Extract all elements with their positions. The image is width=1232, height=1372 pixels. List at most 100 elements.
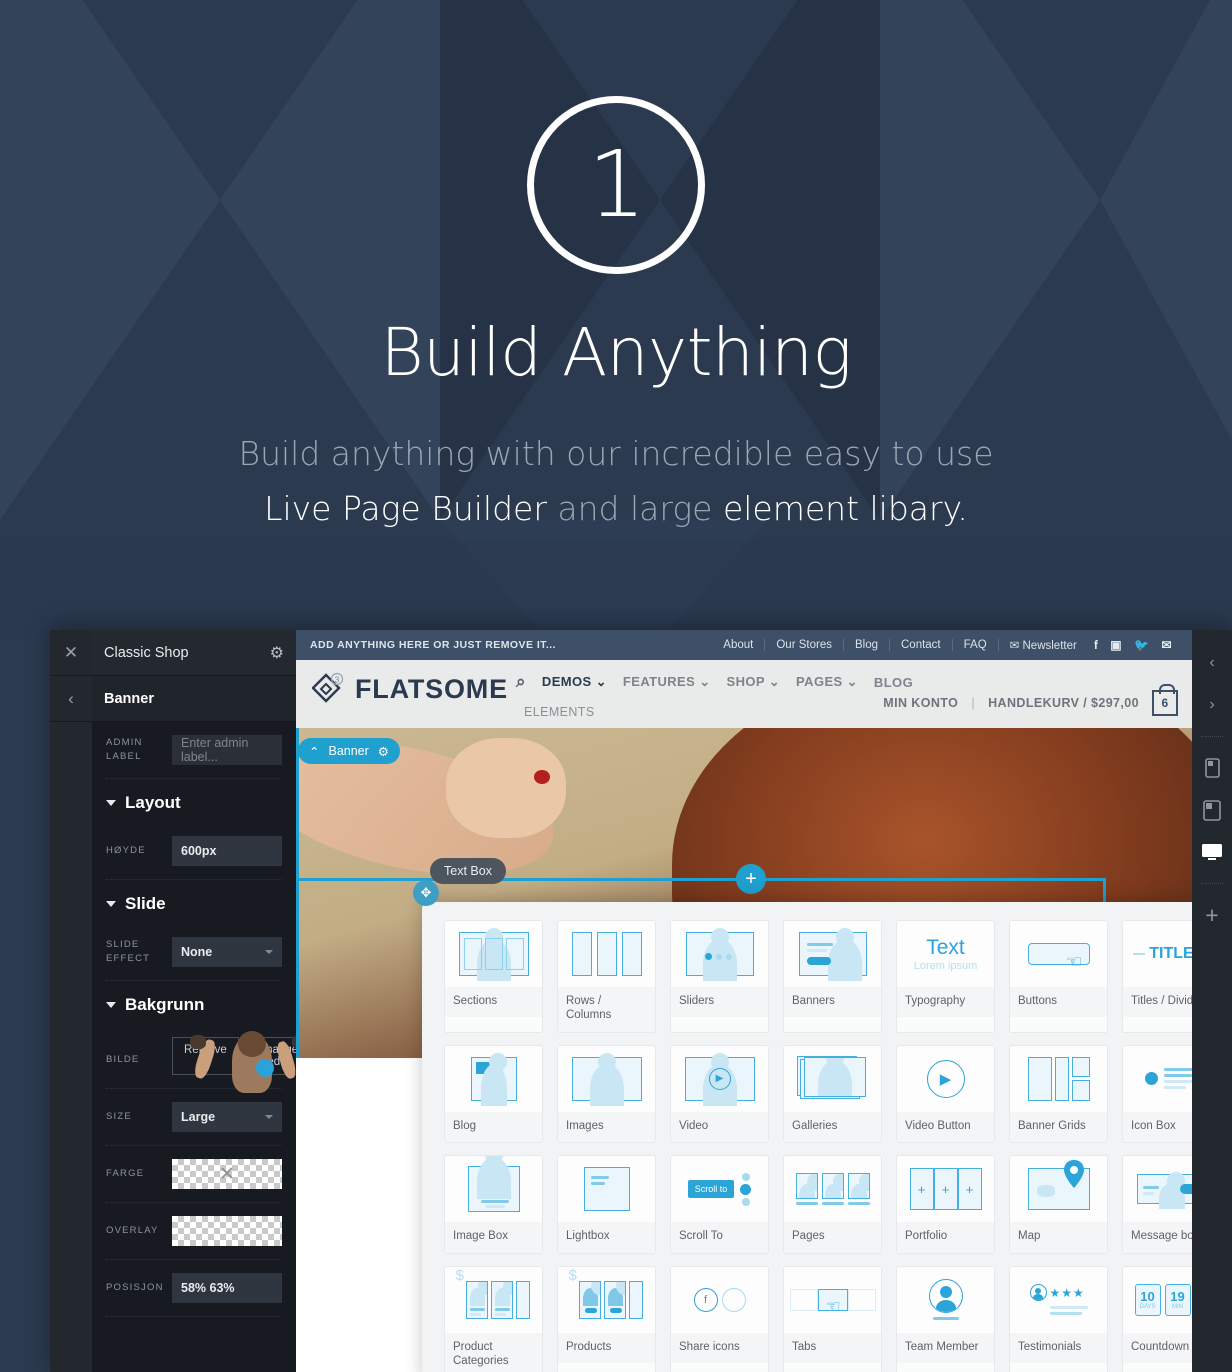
element-card-banner-grids[interactable]: Banner Grids xyxy=(1009,1044,1108,1144)
topbar-link-blog[interactable]: Blog xyxy=(844,639,890,651)
message-box-icon xyxy=(1123,1156,1192,1223)
product-categories-icon: $ xyxy=(445,1266,542,1333)
overlay-swatch[interactable] xyxy=(172,1216,282,1246)
overlay-row: OVERLAY xyxy=(106,1203,282,1259)
element-card-banners[interactable]: Banners xyxy=(783,920,882,1033)
topbar-link-contact[interactable]: Contact xyxy=(890,639,953,651)
element-card-message-box[interactable]: Message box xyxy=(1122,1155,1192,1254)
model-hand xyxy=(446,738,566,838)
move-handle-icon[interactable]: ✥ xyxy=(413,880,439,906)
add-button[interactable]: + xyxy=(1193,896,1231,934)
cart-count: 6 xyxy=(1161,696,1169,710)
element-card-rows-columns[interactable]: Rows / Columns xyxy=(557,920,656,1033)
admin-label-input[interactable]: Enter admin label... xyxy=(172,735,282,765)
height-input[interactable]: 600px xyxy=(172,836,282,866)
site-logo[interactable]: 3 FLATSOME xyxy=(311,672,508,706)
size-select[interactable]: Large xyxy=(172,1102,282,1132)
element-card-buttons[interactable]: ☜ Buttons xyxy=(1009,920,1108,1033)
position-caption: POSISJON xyxy=(106,1282,164,1294)
element-card-images[interactable]: Images xyxy=(557,1044,656,1144)
image-caption: BILDE xyxy=(106,1054,140,1065)
selection-border-top xyxy=(296,878,1106,881)
nav-item-pages[interactable]: PAGES ⌄ xyxy=(796,674,858,690)
search-icon[interactable]: ⌕ xyxy=(516,672,526,692)
sidebar-breadcrumb[interactable]: Banner xyxy=(92,676,296,722)
element-card-titles-dividers[interactable]: TITLE Titles / Dividers xyxy=(1122,920,1192,1033)
banner-tag-label: Banner xyxy=(328,744,369,758)
element-card-tabs[interactable]: ☜ Tabs xyxy=(783,1265,882,1372)
element-card-icon-box[interactable]: Icon Box xyxy=(1122,1044,1192,1144)
back-button[interactable]: ‹ xyxy=(50,676,92,722)
slide-section-header[interactable]: Slide xyxy=(106,880,282,924)
nav-item-features[interactable]: FEATURES ⌄ xyxy=(623,674,711,690)
element-card-share-icons[interactable]: f Share icons xyxy=(670,1265,769,1372)
close-builder-button[interactable]: ✕ xyxy=(50,630,92,676)
element-label: Tabs xyxy=(784,1332,881,1363)
nav-item-shop[interactable]: SHOP ⌄ xyxy=(727,674,781,690)
gear-icon[interactable]: ⚙ xyxy=(270,643,284,663)
topbar-link-our-stores[interactable]: Our Stores xyxy=(765,639,844,651)
mobile-view-icon[interactable] xyxy=(1193,749,1231,787)
nav-item-blog[interactable]: BLOG xyxy=(874,675,913,690)
admin-label-row: ADMIN LABEL Enter admin label... xyxy=(106,722,282,778)
primary-nav: ⌕ DEMOS ⌄ FEATURES ⌄ SHOP ⌄ PAGES ⌄ BLOG xyxy=(516,672,913,692)
color-swatch[interactable]: ✕ xyxy=(172,1159,282,1189)
textbox-element-tag[interactable]: Text Box xyxy=(430,858,506,884)
element-card-scroll-to[interactable]: Scroll to Scroll To xyxy=(670,1155,769,1254)
element-card-countdown[interactable]: 10 DAYS 19 MIN Countdown xyxy=(1122,1265,1192,1372)
element-label: Map xyxy=(1010,1222,1107,1253)
cart-icon[interactable]: 6 xyxy=(1152,684,1178,716)
cart-link[interactable]: HANDLEKURV / $297,00 xyxy=(988,696,1139,710)
facebook-icon[interactable]: f xyxy=(1088,638,1104,652)
element-card-galleries[interactable]: Galleries xyxy=(783,1044,882,1144)
element-card-image-box[interactable]: Image Box xyxy=(444,1155,543,1254)
instagram-icon[interactable]: ▣ xyxy=(1104,638,1128,652)
element-card-sliders[interactable]: Sliders xyxy=(670,920,769,1033)
sidebar-element-name: Banner xyxy=(104,690,154,707)
chevron-down-icon xyxy=(106,800,116,806)
slide-effect-value: None xyxy=(181,945,213,959)
nav-item-elements[interactable]: ELEMENTS xyxy=(524,705,595,719)
element-card-sections[interactable]: Sections xyxy=(444,920,543,1033)
topbar-link-about[interactable]: About xyxy=(712,639,766,651)
email-icon[interactable]: ✉ xyxy=(1155,638,1178,652)
hero-highlight-library: element libary. xyxy=(722,488,968,528)
topbar-link-faq[interactable]: FAQ xyxy=(953,639,999,651)
twitter-icon[interactable]: 🐦 xyxy=(1128,638,1155,652)
layout-section-header[interactable]: Layout xyxy=(106,779,282,823)
element-card-lightbox[interactable]: Lightbox xyxy=(557,1155,656,1254)
rows-columns-icon xyxy=(558,921,655,987)
element-card-testimonials[interactable]: ★★★ Testimonials xyxy=(1009,1265,1108,1372)
element-card-product-categories[interactable]: $ Product Categories xyxy=(444,1265,543,1372)
element-card-map[interactable]: Map xyxy=(1009,1155,1108,1254)
element-card-typography[interactable]: Text Lorem ipsum Typography xyxy=(896,920,995,1033)
icon-box-icon xyxy=(1123,1045,1192,1112)
element-label: Sliders xyxy=(671,987,768,1018)
slide-effect-select[interactable]: None xyxy=(172,937,282,967)
nav-item-demos[interactable]: DEMOS ⌄ xyxy=(542,674,607,690)
flatsome-logo-icon: 3 xyxy=(311,672,346,706)
divider xyxy=(106,1316,282,1317)
element-label: Video Button xyxy=(897,1111,994,1143)
element-card-video[interactable]: ▶ Video xyxy=(670,1044,769,1144)
tablet-view-icon[interactable] xyxy=(1193,791,1231,829)
add-element-handle[interactable]: + xyxy=(736,864,766,894)
lightbox-icon xyxy=(558,1156,655,1223)
gear-icon[interactable]: ⚙ xyxy=(378,744,389,759)
size-caption: SIZE xyxy=(106,1111,132,1123)
element-label: Scroll To xyxy=(671,1222,768,1253)
background-section-header[interactable]: Bakgrunn xyxy=(106,981,282,1025)
element-card-video-button[interactable]: ▶ Video Button xyxy=(896,1044,995,1144)
prev-button[interactable]: ‹ xyxy=(1193,644,1231,682)
element-card-products[interactable]: $ Products xyxy=(557,1265,656,1372)
element-card-pages[interactable]: Pages xyxy=(783,1155,882,1254)
my-account-link[interactable]: MIN KONTO xyxy=(883,696,958,710)
element-card-team-member[interactable]: Team Member xyxy=(896,1265,995,1372)
element-card-portfolio[interactable]: + + + Portfolio xyxy=(896,1155,995,1254)
position-input[interactable]: 58% 63% xyxy=(172,1273,282,1303)
banner-element-tag[interactable]: ⌃ Banner ⚙ xyxy=(298,738,401,764)
desktop-view-icon[interactable] xyxy=(1193,833,1231,871)
topbar-link-newsletter[interactable]: ✉ Newsletter xyxy=(999,638,1088,652)
next-button[interactable]: › xyxy=(1193,686,1231,724)
element-card-blog[interactable]: Blog xyxy=(444,1044,543,1144)
